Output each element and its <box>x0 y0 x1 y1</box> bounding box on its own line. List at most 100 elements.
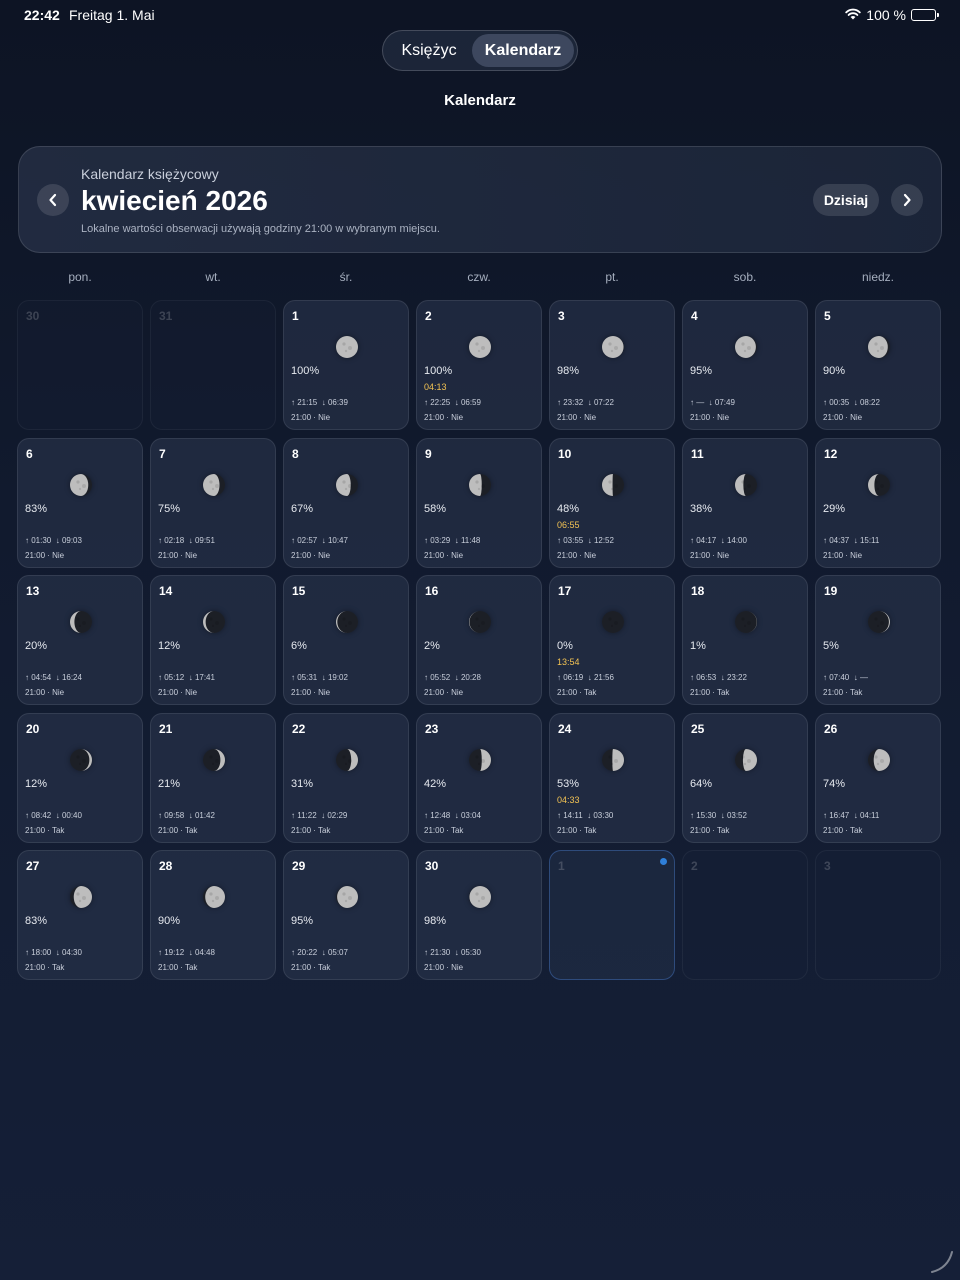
tab-calendar[interactable]: Kalendarz <box>472 34 574 67</box>
moonrise-time: 02:18 <box>164 535 185 545</box>
moon-phase-icon <box>735 336 757 358</box>
calendar-day[interactable]: 21 21% ↑ 09:58 ↓ 01:42 21:00 · Tak <box>150 712 276 843</box>
day-number: 9 <box>425 446 432 461</box>
wifi-icon <box>845 7 861 23</box>
arrow-down-icon: ↓ <box>184 673 195 682</box>
observation-status: 21:00 · Nie <box>158 550 198 560</box>
moonset-time: 08:22 <box>859 398 880 407</box>
illumination-percent: 2% <box>424 640 440 652</box>
moonset-time: 09:03 <box>61 535 82 545</box>
calendar-day[interactable]: 2 100% 04:13 ↑ 22:25 ↓ 06:59 21:00 · Nie <box>416 300 542 430</box>
calendar-day[interactable]: 13 20% ↑ 04:54 ↓ 16:24 21:00 · Nie <box>17 575 143 705</box>
calendar-day[interactable]: 2 <box>682 850 808 980</box>
moonset-time: 03:04 <box>460 810 481 820</box>
calendar-day[interactable]: 30 98% ↑ 21:30 ↓ 05:30 21:00 · Nie <box>416 850 542 980</box>
next-month-button[interactable] <box>891 184 923 216</box>
calendar-day[interactable]: 12 29% ↑ 04:37 ↓ 15:11 21:00 · Nie <box>815 437 941 568</box>
calendar-day[interactable]: 23 42% ↑ 12:48 ↓ 03:04 21:00 · Tak <box>416 712 542 843</box>
arrow-down-icon: ↓ <box>51 948 62 957</box>
observation-status: 21:00 · Tak <box>158 825 198 835</box>
moonrise-time: 19:12 <box>164 948 185 957</box>
observation-status: 21:00 · Nie <box>25 550 65 560</box>
calendar-subtitle: Kalendarz księżycowy <box>81 166 219 182</box>
arrow-down-icon: ↓ <box>716 673 727 682</box>
calendar-day[interactable]: 24 53% 04:33 ↑ 14:11 ↓ 03:30 21:00 · Tak <box>549 712 675 843</box>
day-number: 22 <box>292 721 306 736</box>
arrow-down-icon: ↓ <box>849 810 860 820</box>
calendar-day[interactable]: 7 75% ↑ 02:18 ↓ 09:51 21:00 · Nie <box>150 437 276 568</box>
moonset-time: 16:24 <box>61 673 82 682</box>
moonset-time: 10:47 <box>327 535 348 545</box>
calendar-day[interactable]: 8 67% ↑ 02:57 ↓ 10:47 21:00 · Nie <box>283 437 409 568</box>
weekday-label: pon. <box>68 270 92 284</box>
day-number: 4 <box>691 309 698 323</box>
illumination-percent: 83% <box>25 915 48 927</box>
calendar-day[interactable]: 20 12% ↑ 08:42 ↓ 00:40 21:00 · Tak <box>17 712 143 843</box>
moonset-time: 17:41 <box>194 673 215 682</box>
illumination-percent: 58% <box>424 502 447 515</box>
moonrise-time: 03:55 <box>563 535 584 545</box>
calendar-day[interactable]: 29 95% ↑ 20:22 ↓ 05:07 21:00 · Tak <box>283 850 409 980</box>
calendar-day[interactable]: 3 <box>815 850 941 980</box>
moonset-time: 04:30 <box>61 948 82 957</box>
calendar-day[interactable]: 28 90% ↑ 19:12 ↓ 04:48 21:00 · Tak <box>150 850 276 980</box>
today-button[interactable]: Dzisiaj <box>813 184 879 216</box>
calendar-day-today[interactable]: 1 <box>549 850 675 980</box>
observation-status: 21:00 · Tak <box>291 963 331 972</box>
observation-status: 21:00 · Nie <box>557 550 597 560</box>
calendar-day[interactable]: 27 83% ↑ 18:00 ↓ 04:30 21:00 · Tak <box>17 850 143 980</box>
calendar-day[interactable]: 16 2% ↑ 05:52 ↓ 20:28 21:00 · Nie <box>416 575 542 705</box>
calendar-day[interactable]: 4 95% ↑ — ↓ 07:49 21:00 · Nie <box>682 300 808 430</box>
calendar-day[interactable]: 15 6% ↑ 05:31 ↓ 19:02 21:00 · Nie <box>283 575 409 705</box>
day-number: 19 <box>824 584 838 598</box>
arrow-down-icon: ↓ <box>51 673 62 682</box>
moonrise-time: 12:48 <box>430 810 451 820</box>
moon-phase-icon <box>735 473 757 496</box>
moon-phase-icon <box>868 473 890 496</box>
observation-status: 21:00 · Nie <box>557 413 597 422</box>
calendar-day[interactable]: 10 48% 06:55 ↑ 03:55 ↓ 12:52 21:00 · Nie <box>549 437 675 568</box>
calendar-day[interactable]: 17 0% 13:54 ↑ 06:19 ↓ 21:56 21:00 · Tak <box>549 575 675 705</box>
moonrise-moonset: ↑ 19:12 ↓ 04:48 <box>158 948 215 957</box>
calendar-day[interactable]: 19 5% ↑ 07:40 ↓ — 21:00 · Tak <box>815 575 941 705</box>
calendar-day[interactable]: 31 <box>150 300 276 430</box>
observation-note: Lokalne wartości obserwacji używają godz… <box>81 223 440 235</box>
calendar-day[interactable]: 25 64% ↑ 15:30 ↓ 03:52 21:00 · Tak <box>682 712 808 843</box>
moonrise-moonset: ↑ 21:30 ↓ 05:30 <box>424 948 481 957</box>
arrow-down-icon: ↓ <box>317 673 328 682</box>
illumination-percent: 98% <box>424 915 447 927</box>
moonrise-time: 05:31 <box>297 673 318 682</box>
day-number: 6 <box>26 446 33 461</box>
previous-month-button[interactable] <box>37 184 69 216</box>
calendar-day[interactable]: 30 <box>17 300 143 430</box>
illumination-percent: 100% <box>291 365 320 377</box>
moonset-time: 15:11 <box>859 535 880 545</box>
moonset-time: 03:52 <box>726 810 747 820</box>
day-number: 26 <box>824 721 838 736</box>
moonset-time: 05:30 <box>460 948 481 957</box>
calendar-day[interactable]: 18 1% ↑ 06:53 ↓ 23:22 21:00 · Tak <box>682 575 808 705</box>
observation-status: 21:00 · Tak <box>557 688 597 697</box>
moonrise-moonset: ↑ 01:30 ↓ 09:03 <box>25 536 82 545</box>
calendar-grid: 30 31 1 100% ↑ 21:15 ↓ 06:39 21:00 · Nie 2 10… <box>17 300 943 982</box>
moon-phase-icon <box>70 748 92 771</box>
calendar-day[interactable]: 14 12% ↑ 05:12 ↓ 17:41 21:00 · Nie <box>150 575 276 705</box>
calendar-day[interactable]: 9 58% ↑ 03:29 ↓ 11:48 21:00 · Nie <box>416 437 542 568</box>
calendar-day[interactable]: 6 83% ↑ 01:30 ↓ 09:03 21:00 · Nie <box>17 437 143 568</box>
observation-status: 21:00 · Nie <box>25 688 65 697</box>
calendar-day[interactable]: 3 98% ↑ 23:32 ↓ 07:22 21:00 · Nie <box>549 300 675 430</box>
observation-status: 21:00 · Tak <box>25 825 65 835</box>
calendar-day[interactable]: 11 38% ↑ 04:17 ↓ 14:00 21:00 · Nie <box>682 437 808 568</box>
calendar-day[interactable]: 22 31% ↑ 11:22 ↓ 02:29 21:00 · Tak <box>283 712 409 843</box>
view-switcher: Księżyc Kalendarz <box>382 30 578 71</box>
day-number: 2 <box>691 859 698 873</box>
calendar-day[interactable]: 26 74% ↑ 16:47 ↓ 04:11 21:00 · Tak <box>815 712 941 843</box>
moonset-time: 04:48 <box>194 948 215 957</box>
arrow-down-icon: ↓ <box>450 948 461 957</box>
calendar-day[interactable]: 1 100% ↑ 21:15 ↓ 06:39 21:00 · Nie <box>283 300 409 430</box>
calendar-day[interactable]: 5 90% ↑ 00:35 ↓ 08:22 21:00 · Nie <box>815 300 941 430</box>
moonset-time: 01:42 <box>194 810 215 820</box>
tab-moon[interactable]: Księżyc <box>386 34 472 67</box>
moonrise-time: 21:30 <box>430 948 451 957</box>
month-title: kwiecień 2026 <box>81 185 268 216</box>
